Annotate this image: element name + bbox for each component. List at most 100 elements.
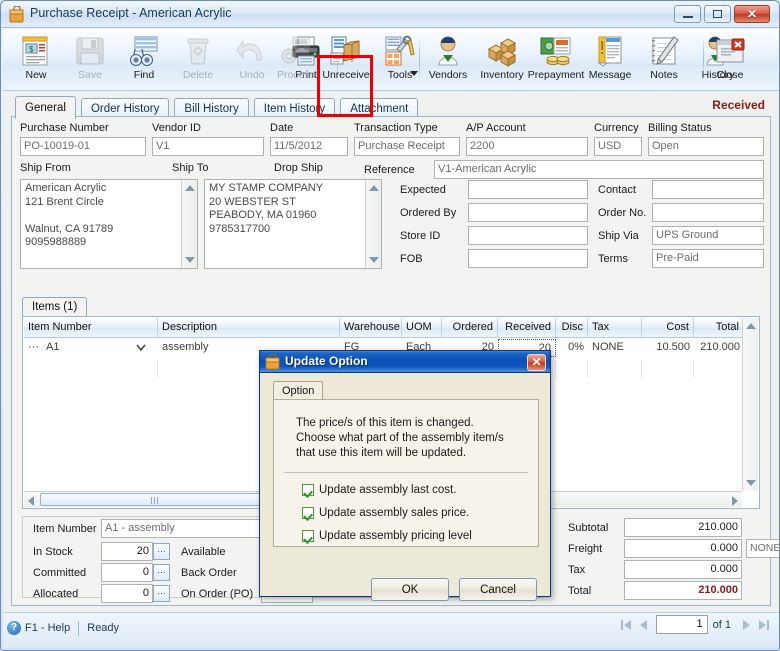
reference-input[interactable]: V1-American Acrylic xyxy=(434,160,764,179)
chevron-down-icon[interactable] xyxy=(136,344,146,352)
transaction-type-input[interactable]: Purchase Receipt xyxy=(354,137,460,156)
column-uom[interactable]: UOM xyxy=(402,318,442,338)
cell-total[interactable]: 210.000 xyxy=(694,339,744,357)
toolbar-button-close[interactable]: Close xyxy=(703,31,757,89)
ok-button[interactable]: OK xyxy=(371,578,449,601)
prepayment-coins-icon xyxy=(540,37,571,66)
column-cost[interactable]: Cost xyxy=(642,318,694,338)
tab-general[interactable]: General xyxy=(15,96,76,119)
purchase-number-input[interactable]: PO-10019-01 xyxy=(20,137,146,156)
store-id-input[interactable] xyxy=(468,226,588,245)
ship-from-box[interactable]: American Acrylic 121 Brent Circle Walnut… xyxy=(20,179,198,269)
allocated-lookup-button[interactable]: ⋯ xyxy=(153,585,170,602)
order-no-input[interactable] xyxy=(652,203,764,222)
total-input[interactable]: 210.000 xyxy=(624,581,742,600)
contact-input[interactable] xyxy=(652,180,764,199)
freight-input[interactable]: 0.000 xyxy=(624,539,742,558)
update-assembly-pricing-level-checkbox[interactable] xyxy=(302,530,314,542)
cell-disc[interactable]: 0% xyxy=(556,339,588,357)
column-disc[interactable]: Disc xyxy=(556,318,588,338)
expected-input[interactable] xyxy=(468,180,588,199)
next-record-button[interactable] xyxy=(737,616,755,634)
column-item-number[interactable]: Item Number xyxy=(24,318,158,338)
dialog-close-button[interactable]: ✕ xyxy=(527,354,546,371)
column-description[interactable]: Description xyxy=(158,318,340,338)
toolbar-button-save[interactable]: Save xyxy=(63,31,117,89)
grid-vertical-scrollbar[interactable] xyxy=(742,318,758,491)
tab-option[interactable]: Option xyxy=(273,381,324,400)
ordered-by-input[interactable] xyxy=(468,203,588,222)
ap-account-input[interactable]: 2200 xyxy=(466,137,588,156)
toolbar-button-delete[interactable]: Delete xyxy=(171,31,225,89)
cell-item-number[interactable]: A1 xyxy=(42,339,132,357)
in-stock-input[interactable]: 20 xyxy=(101,542,153,561)
date-input[interactable]: 11/5/2012 xyxy=(270,137,348,156)
currency-input[interactable]: USD xyxy=(594,137,642,156)
tools-dropdown-arrow[interactable] xyxy=(410,71,418,76)
committed-lookup-button[interactable]: ⋯ xyxy=(153,564,170,581)
ship-to-text: MY STAMP COMPANY 20 WEBSTER ST PEABODY, … xyxy=(209,182,324,235)
label-ordered-by: Ordered By xyxy=(400,207,457,219)
terms-input[interactable]: Pre-Paid xyxy=(652,249,764,268)
maximize-button[interactable] xyxy=(704,5,731,23)
toolbar-button-new[interactable]: $ New xyxy=(9,31,63,89)
vendor-id-input[interactable]: V1 xyxy=(152,137,264,156)
checkbox-row-last-cost[interactable]: Update assembly last cost. xyxy=(302,484,456,496)
column-tax[interactable]: Tax xyxy=(588,318,642,338)
horizontal-scroll-thumb[interactable] xyxy=(40,493,270,506)
scroll-down-icon[interactable] xyxy=(746,480,756,486)
scroll-up-icon[interactable] xyxy=(746,323,756,329)
fob-input[interactable] xyxy=(468,249,588,268)
toolbar-button-process[interactable]: Process xyxy=(269,31,323,89)
tab-items[interactable]: Items (1) xyxy=(22,297,88,317)
page-number-input[interactable]: 1 xyxy=(655,615,708,634)
help-text[interactable]: F1 - Help xyxy=(25,622,70,634)
billing-status-input[interactable]: Open xyxy=(648,137,764,156)
cell-cost[interactable]: 10.500 xyxy=(642,339,694,357)
label-purchase-number: Purchase Number xyxy=(20,122,109,134)
scroll-left-icon[interactable] xyxy=(28,496,34,506)
freight-tax-code[interactable]: NONE xyxy=(746,539,779,558)
close-button[interactable]: ✕ xyxy=(734,5,770,23)
scroll-down-icon[interactable] xyxy=(369,257,379,263)
subtotal-input[interactable]: 210.000 xyxy=(624,518,742,537)
scroll-up-icon[interactable] xyxy=(369,185,379,191)
scroll-right-icon[interactable] xyxy=(732,496,738,506)
toolbar-button-vendors[interactable]: Vendors xyxy=(421,31,475,89)
ready-text: Ready xyxy=(87,622,120,634)
help-question-icon[interactable]: ? xyxy=(7,621,21,635)
minimize-button[interactable] xyxy=(674,5,701,23)
column-ordered[interactable]: Ordered xyxy=(442,318,498,338)
toolbar-button-unreceive[interactable]: Unreceive xyxy=(319,31,373,89)
column-total[interactable]: Total xyxy=(694,318,744,338)
checkbox-row-pricing-level[interactable]: Update assembly pricing level xyxy=(302,530,472,542)
ship-from-scrollbar[interactable] xyxy=(181,180,197,268)
in-stock-lookup-button[interactable]: ⋯ xyxy=(153,543,170,560)
toolbar-button-message[interactable]: Message xyxy=(583,31,637,89)
cancel-button[interactable]: Cancel xyxy=(459,578,537,601)
cell-tax[interactable]: NONE xyxy=(588,339,642,357)
scroll-down-icon[interactable] xyxy=(185,257,195,263)
ship-to-box[interactable]: MY STAMP COMPANY 20 WEBSTER ST PEABODY, … xyxy=(204,179,382,269)
checkbox-row-sales-price[interactable]: Update assembly sales price. xyxy=(302,507,469,519)
label-ap-account: A/P Account xyxy=(466,122,526,134)
column-received[interactable]: Received xyxy=(498,318,556,338)
scroll-up-icon[interactable] xyxy=(185,185,195,191)
toolbar-button-prepayment[interactable]: Prepayment xyxy=(528,31,584,89)
update-assembly-sales-price-checkbox[interactable] xyxy=(302,507,314,519)
column-warehouse[interactable]: Warehouse xyxy=(340,318,402,338)
label-ship-to: Ship To xyxy=(172,162,209,174)
committed-input[interactable]: 0 xyxy=(101,563,153,582)
update-assembly-last-cost-checkbox[interactable] xyxy=(302,484,314,496)
previous-record-button[interactable] xyxy=(635,616,653,634)
toolbar-button-find[interactable]: Find xyxy=(117,31,171,89)
ship-to-scrollbar[interactable] xyxy=(365,180,381,268)
toolbar-button-notes[interactable]: Notes xyxy=(637,31,691,89)
main-tab-strip: General Order History Bill History Item … xyxy=(15,96,420,119)
last-record-button[interactable] xyxy=(755,616,773,634)
allocated-input[interactable]: 0 xyxy=(101,584,153,603)
ship-via-input[interactable]: UPS Ground xyxy=(652,226,764,245)
toolbar-button-inventory[interactable]: Inventory xyxy=(475,31,529,89)
tax-input[interactable]: 0.000 xyxy=(624,560,742,579)
first-record-button[interactable] xyxy=(617,616,635,634)
